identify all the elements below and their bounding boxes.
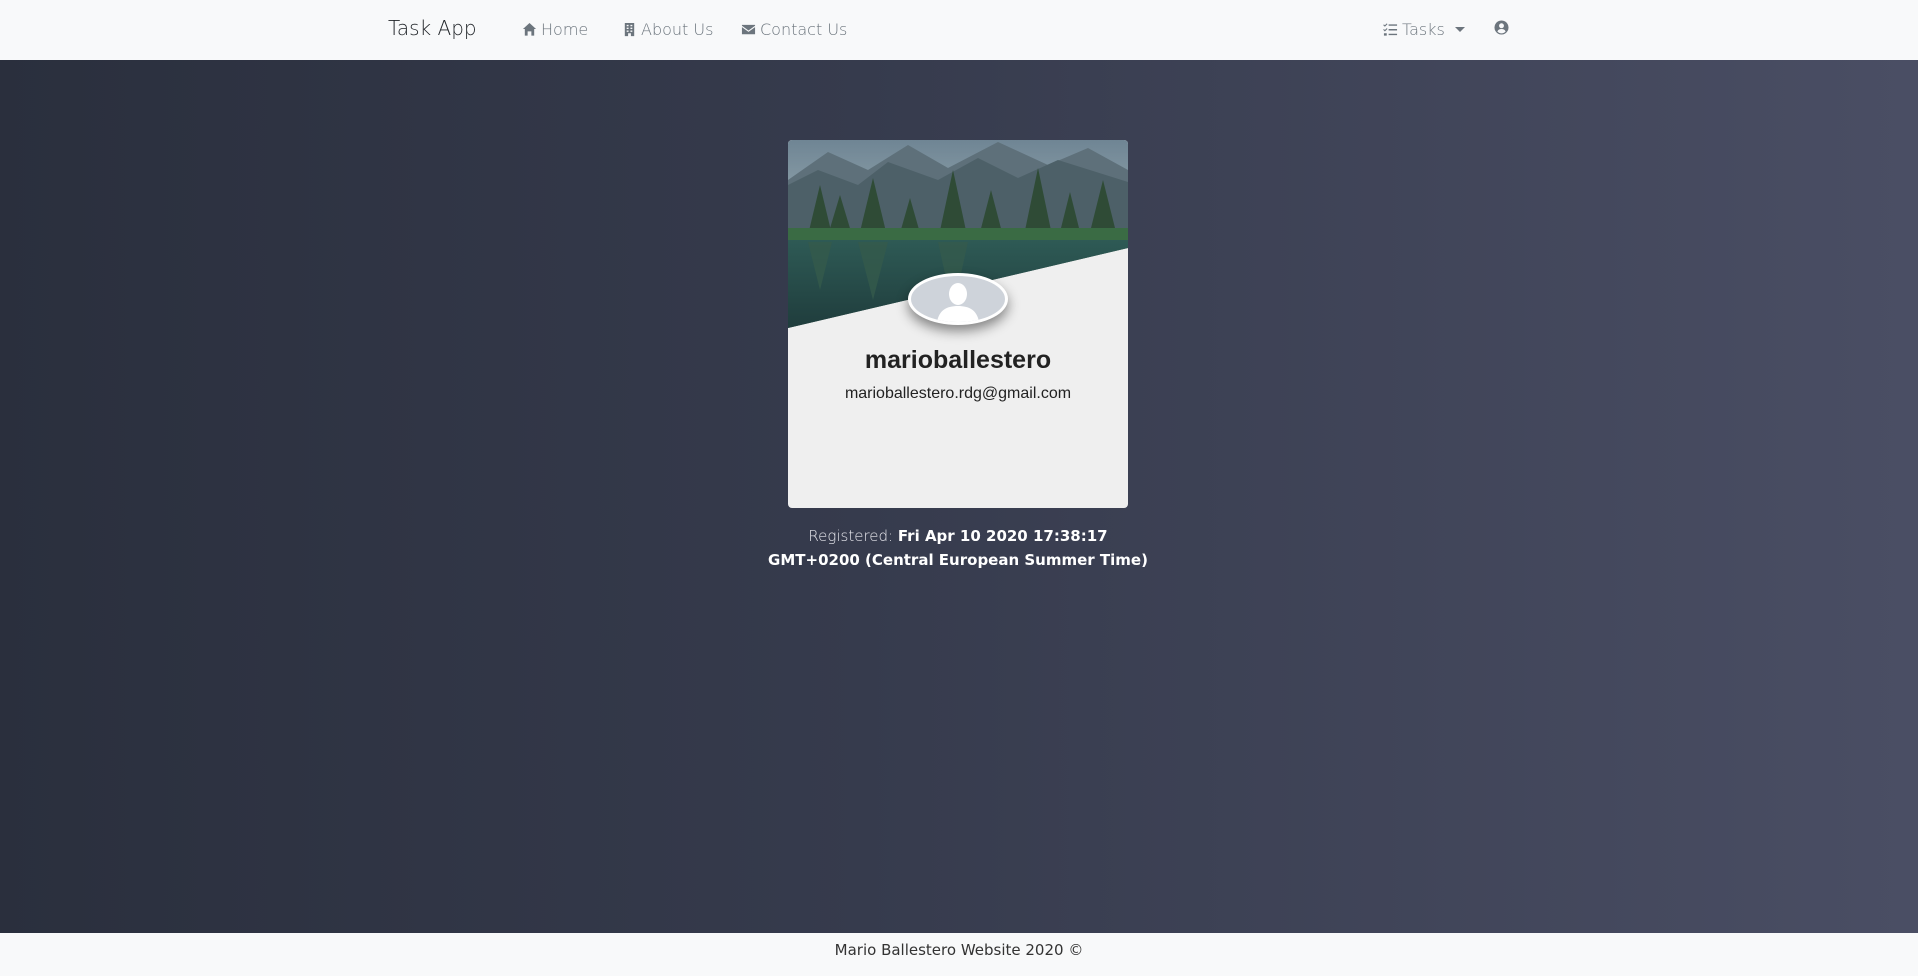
envelope-icon	[741, 24, 756, 35]
profile-email: marioballestero.rdg@gmail.com	[844, 385, 1072, 402]
tasks-list-icon	[1383, 23, 1398, 36]
avatar	[908, 273, 1008, 325]
profile-card: marioballestero marioballestero.rdg@gmai…	[788, 140, 1128, 508]
nav-home-link[interactable]: Home	[522, 20, 588, 39]
home-icon	[522, 22, 537, 36]
user-profile-button[interactable]	[1494, 20, 1509, 35]
nav-about-label: About Us	[641, 20, 714, 39]
registered-label: Registered:	[808, 527, 894, 545]
nav-contact-label: Contact Us	[760, 20, 848, 39]
footer-text: Mario Ballestero Website 2020 ©	[834, 941, 1084, 959]
registered-info: Registered: Fri Apr 10 2020 17:38:17 GMT…	[760, 524, 1156, 572]
nav-about-link[interactable]: About Us	[622, 20, 713, 39]
tasks-dropdown-toggle[interactable]: Tasks	[1383, 20, 1465, 39]
navbar: Task App Home About Us Contact Us Tasks	[0, 0, 1918, 60]
profile-username: marioballestero	[864, 346, 1052, 374]
nav-home-label: Home	[541, 20, 589, 39]
user-silhouette-icon	[937, 283, 979, 322]
user-circle-icon	[1494, 20, 1509, 35]
tasks-dropdown-label: Tasks	[1402, 20, 1445, 39]
brand-link[interactable]: Task App	[388, 16, 477, 40]
caret-down-icon	[1454, 27, 1465, 32]
nav-contact-link[interactable]: Contact Us	[741, 20, 847, 39]
footer: Mario Ballestero Website 2020 ©	[0, 933, 1918, 976]
building-icon	[624, 22, 635, 37]
